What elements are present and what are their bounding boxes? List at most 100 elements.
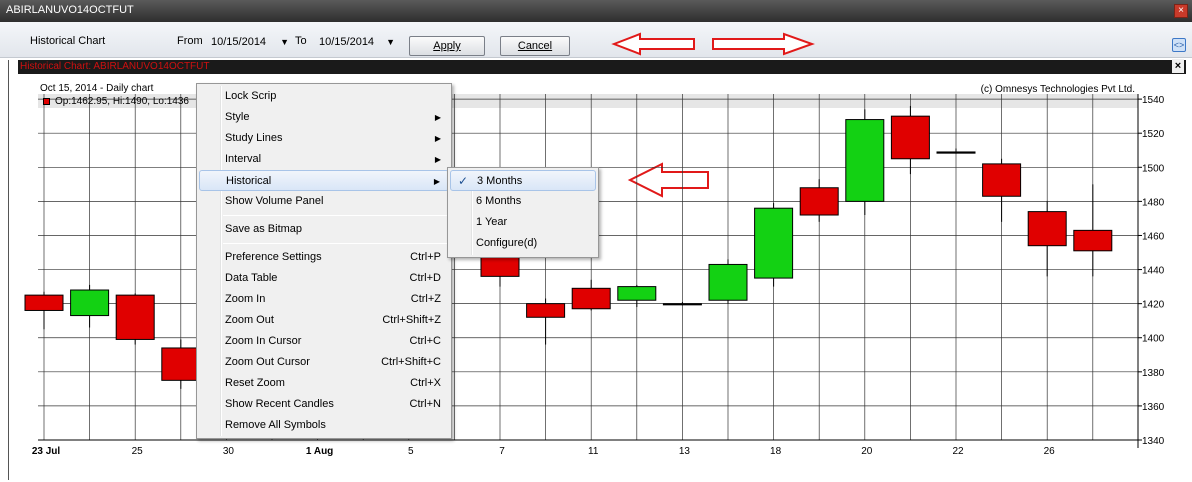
chart-context-menu: Lock Scrip Style ▶ Study Lines ▶ Interval ▶ His… (196, 83, 452, 439)
menu-item-label: Study Lines (225, 132, 283, 144)
submenu-item-label: 3 Months (477, 175, 523, 187)
menu-item-zoom-out[interactable]: Zoom Out Ctrl+Shift+Z (199, 310, 449, 331)
left-border (8, 60, 9, 480)
menu-item-shortcut: Ctrl+X (410, 377, 441, 389)
candle-body (799, 187, 839, 216)
right-arrow-annotation (712, 32, 815, 56)
menu-item-label: Preference Settings (225, 251, 322, 263)
y-tick-label: 1440 (1142, 266, 1165, 277)
checkmark-icon: ✓ (458, 174, 469, 188)
menu-item-shortcut: Ctrl+N (409, 398, 441, 410)
chart-window-title: Historical Chart: ABIRLANUVO14OCTFUT (20, 61, 210, 72)
submenu-item-label: 6 Months (476, 195, 522, 207)
candle-body (845, 119, 885, 202)
menu-item-label: Zoom In (225, 293, 266, 305)
menu-item-label: Show Recent Candles (225, 398, 334, 410)
x-tick-label: 25 (132, 446, 144, 457)
candle-body (662, 303, 702, 306)
menu-item-show-recent-candles[interactable]: Show Recent Candles Ctrl+N (199, 394, 449, 415)
menu-item-zoom-out-cursor[interactable]: Zoom Out Cursor Ctrl+Shift+C (199, 352, 449, 373)
menu-item-lock-scrip[interactable]: Lock Scrip (199, 86, 449, 107)
x-tick-label: 30 (223, 446, 235, 457)
ohlc-readout: Op:1462.95, Hi:1490, Lo:1436 (55, 96, 189, 107)
x-tick-label: 23 Jul (32, 446, 61, 457)
menu-item-label: Show Volume Panel (225, 195, 324, 207)
menu-item-historical[interactable]: Historical ▶ (199, 170, 449, 191)
submenu-item-1-year[interactable]: 1 Year (450, 212, 596, 233)
menu-item-shortcut: Ctrl+Shift+C (381, 356, 441, 368)
y-tick-label: 1460 (1142, 231, 1165, 242)
menu-item-shortcut: Ctrl+P (410, 251, 441, 263)
historical-submenu: ✓ 3 Months 6 Months 1 Year Configure(d) (447, 167, 599, 258)
close-chart-icon[interactable]: × (1172, 59, 1184, 73)
menu-item-zoom-in[interactable]: Zoom In Ctrl+Z (199, 289, 449, 310)
candle-body (754, 207, 794, 279)
x-tick-label: 11 (588, 446, 599, 457)
y-tick-label: 1420 (1142, 300, 1165, 311)
submenu-item-label: Configure(d) (476, 237, 538, 249)
candle-body (708, 263, 748, 301)
x-tick-label: 5 (408, 446, 414, 457)
menu-item-label: Lock Scrip (225, 90, 277, 102)
menu-item-label: Save as Bitmap (225, 223, 303, 235)
menu-item-save-as-bitmap[interactable]: Save as Bitmap (199, 219, 449, 240)
menu-separator (223, 243, 449, 244)
menu-item-shortcut: Ctrl+D (409, 272, 441, 284)
candle-body (571, 287, 611, 310)
menu-item-label: Data Table (225, 272, 278, 284)
submenu-arrow-icon: ▶ (433, 177, 440, 186)
candle-body (936, 151, 976, 154)
x-tick-label: 22 (952, 446, 964, 457)
chart-canvas[interactable]: 1340 1360 1380 1400 1420 1440 1460 1480 1500 1520… (18, 74, 1186, 482)
candle-body (526, 303, 566, 318)
candle-body (982, 163, 1022, 197)
y-tick-label: 1480 (1142, 197, 1165, 208)
menu-item-show-volume-panel[interactable]: Show Volume Panel (199, 191, 449, 212)
candle-body (480, 255, 520, 277)
menu-item-shortcut: Ctrl+Shift+Z (382, 314, 441, 326)
submenu-arrow-icon: ▶ (434, 134, 441, 143)
y-tick-label: 1380 (1142, 368, 1165, 379)
y-tick-label: 1540 (1142, 95, 1165, 106)
menu-item-study-lines[interactable]: Study Lines ▶ (199, 128, 449, 149)
candle-body (115, 294, 155, 340)
menu-item-label: Zoom Out (225, 314, 274, 326)
chart-date-label: Oct 15, 2014 - Daily chart (40, 83, 154, 94)
candle-body (890, 115, 930, 160)
menu-item-style[interactable]: Style ▶ (199, 107, 449, 128)
menu-item-zoom-in-cursor[interactable]: Zoom In Cursor Ctrl+C (199, 331, 449, 352)
y-tick-label: 1500 (1142, 163, 1165, 174)
x-tick-label: 20 (861, 446, 873, 457)
menu-item-interval[interactable]: Interval ▶ (199, 149, 449, 170)
menu-item-label: Interval (225, 153, 262, 165)
submenu-arrow-icon: ▶ (434, 113, 441, 122)
menu-separator (223, 215, 449, 216)
y-tick-label: 1340 (1142, 436, 1165, 447)
candle-body (1027, 211, 1067, 247)
copyright-label: (c) Omnesys Technologies Pvt Ltd. (980, 84, 1135, 95)
y-tick-label: 1360 (1142, 402, 1165, 413)
submenu-item-6-months[interactable]: 6 Months (450, 191, 596, 212)
x-tick-label: 1 Aug (306, 446, 333, 457)
candle-body (24, 294, 64, 311)
menu-item-reset-zoom[interactable]: Reset Zoom Ctrl+X (199, 373, 449, 394)
submenu-item-configure-d[interactable]: Configure(d) (450, 233, 596, 254)
y-tick-label: 1400 (1142, 334, 1165, 345)
chart-window-header: Historical Chart: ABIRLANUVO14OCTFUT × (18, 59, 1186, 74)
candle-body (1073, 229, 1113, 252)
left-arrow-annotation (611, 32, 695, 56)
menu-item-label: Zoom Out Cursor (225, 356, 310, 368)
x-tick-label: 18 (770, 446, 782, 457)
series-legend-swatch (43, 98, 50, 105)
menu-item-label: Historical (226, 175, 272, 187)
submenu-item-3-months[interactable]: ✓ 3 Months (450, 170, 596, 191)
submenu-item-label: 1 Year (476, 216, 508, 228)
menu-item-label: Style (225, 111, 250, 123)
candlestick-chart[interactable]: 1340 1360 1380 1400 1420 1440 1460 1480 1500 1520… (18, 74, 1186, 482)
menu-item-data-table[interactable]: Data Table Ctrl+D (199, 268, 449, 289)
y-tick-label: 1520 (1142, 129, 1165, 140)
menu-item-shortcut: Ctrl+C (409, 335, 441, 347)
menu-item-remove-all-symbols[interactable]: Remove All Symbols (199, 415, 449, 436)
menu-item-preference-settings[interactable]: Preference Settings Ctrl+P (199, 247, 449, 268)
x-tick-label: 7 (499, 446, 505, 457)
